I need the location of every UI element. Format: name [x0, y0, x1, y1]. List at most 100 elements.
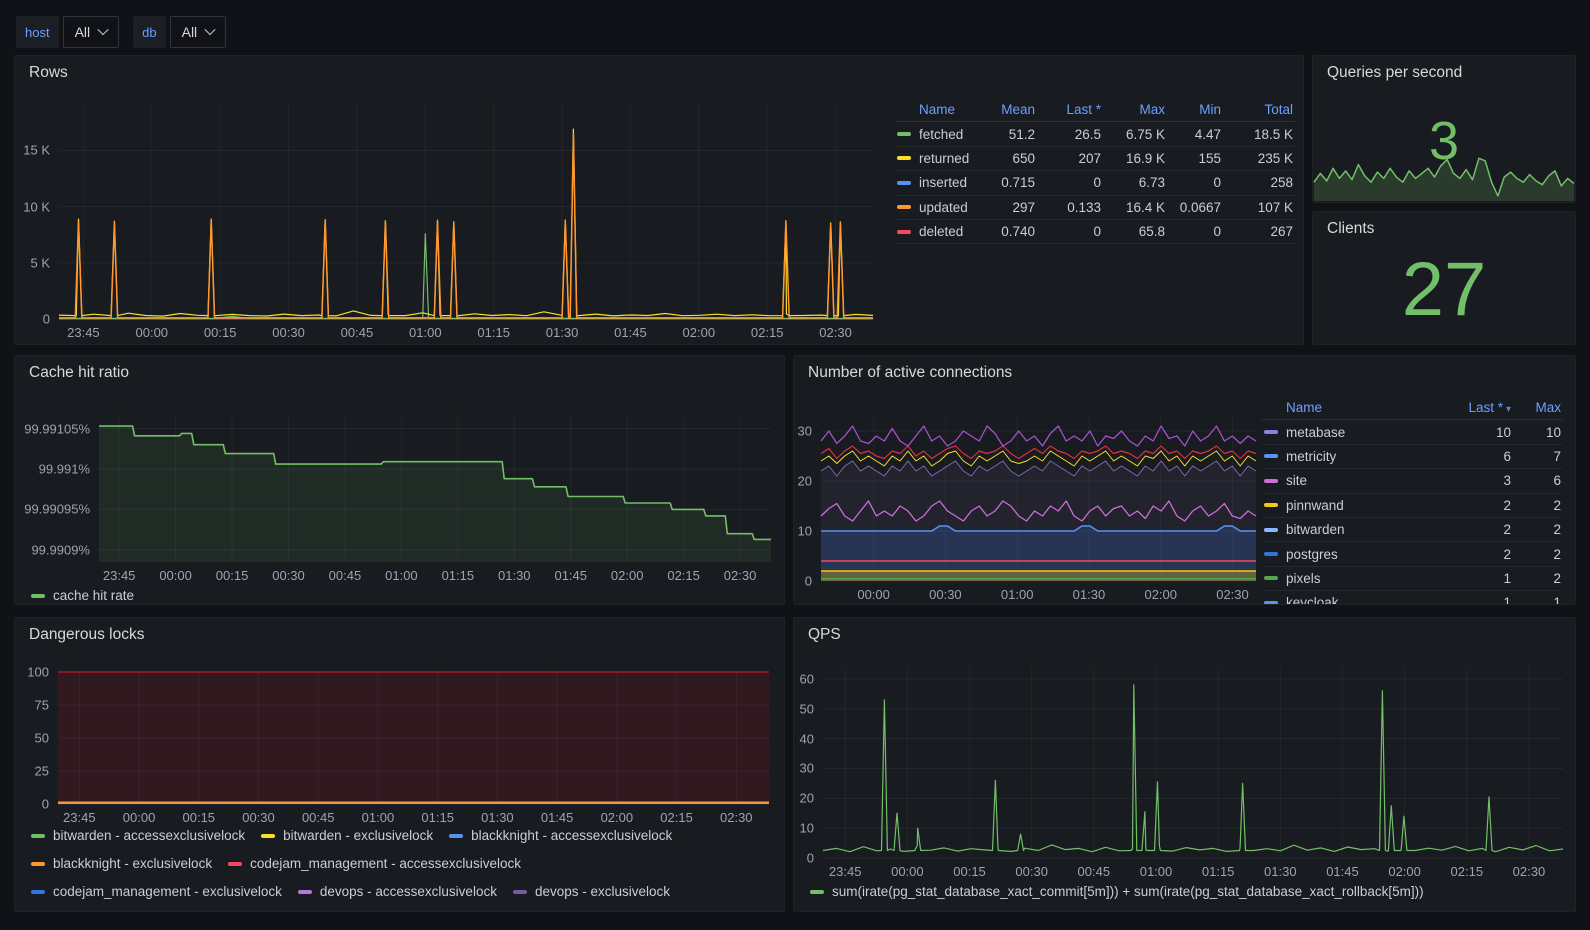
- series-name: metabase: [1286, 425, 1345, 440]
- series-name-cell[interactable]: pixels: [1262, 571, 1455, 586]
- stat-value-cell: 0.0667: [1167, 200, 1223, 215]
- legend-item[interactable]: blackknight - exclusivelock: [31, 852, 212, 876]
- variable-db-dropdown[interactable]: All: [170, 16, 227, 48]
- x-axis-tick: 01:15: [1202, 864, 1235, 879]
- panel-title[interactable]: Rows: [29, 64, 68, 82]
- panel-title[interactable]: Number of active connections: [808, 364, 1012, 382]
- legend-item[interactable]: devops - exclusivelock: [513, 880, 670, 904]
- stat-value-cell: 155: [1167, 151, 1223, 166]
- legend-item[interactable]: bitwarden - accessexclusivelock: [31, 824, 245, 848]
- series-name-cell[interactable]: deleted: [895, 224, 977, 239]
- series-color-swatch: [1264, 552, 1278, 556]
- table-header-row: NameMeanLast *MaxMinTotal: [895, 98, 1295, 122]
- table-row: deleted0.740065.80267: [895, 220, 1295, 244]
- table-row: keycloak11: [1262, 591, 1563, 605]
- legend-item[interactable]: metabase - accessexclusivelock: [437, 908, 652, 912]
- y-axis-tick: 75: [35, 697, 49, 712]
- series-name-cell[interactable]: keycloak: [1262, 595, 1455, 605]
- series-color-swatch: [31, 594, 45, 598]
- stat-value-cell: 0: [1167, 175, 1223, 190]
- x-axis-tick: 02:15: [667, 568, 700, 583]
- y-axis-tick: 60: [800, 671, 814, 686]
- legend-item[interactable]: keycloak - accessexclusivelock: [31, 908, 239, 912]
- series-name-cell[interactable]: inserted: [895, 175, 977, 190]
- table-row: postgres22: [1262, 542, 1563, 566]
- stat-value-cell: 207: [1037, 151, 1103, 166]
- qps-chart[interactable]: 010203040506023:4500:0000:1500:3000:4501…: [823, 667, 1563, 858]
- panel-title[interactable]: Queries per second: [1327, 64, 1462, 82]
- x-axis-tick: 23:45: [67, 325, 100, 340]
- legend-item[interactable]: codejam_management - exclusivelock: [31, 880, 282, 904]
- sort-caret-icon: ▾: [1506, 404, 1511, 415]
- legend-item[interactable]: bitwarden - exclusivelock: [261, 824, 433, 848]
- column-header[interactable]: Mean: [977, 102, 1037, 117]
- x-axis-tick: 02:15: [660, 810, 693, 825]
- stat-value-cell: 65.8: [1103, 224, 1167, 239]
- panel-cache-hit-ratio: Cache hit ratio 99.9909%99.99095%99.991%…: [14, 355, 785, 605]
- dangerous-locks-chart[interactable]: 025507510023:4500:0000:1500:3000:4501:00…: [58, 668, 769, 804]
- variable-host-value: All: [75, 24, 91, 40]
- series-name-cell[interactable]: metabase: [1262, 425, 1455, 440]
- series-color-swatch: [1264, 503, 1278, 507]
- column-header[interactable]: Max: [1103, 102, 1167, 117]
- x-axis-tick: 01:00: [1001, 587, 1034, 602]
- panel-title[interactable]: Clients: [1327, 220, 1374, 238]
- x-axis-tick: 00:00: [891, 864, 924, 879]
- y-axis-tick: 0: [807, 851, 814, 866]
- column-header[interactable]: Name: [895, 102, 977, 117]
- legend-label: bitwarden - exclusivelock: [283, 824, 433, 848]
- variable-host-dropdown[interactable]: All: [63, 16, 120, 48]
- series-name-cell[interactable]: metricity: [1262, 449, 1455, 464]
- panel-title[interactable]: QPS: [808, 626, 841, 644]
- column-header[interactable]: Total: [1223, 102, 1295, 117]
- y-axis-tick: 99.99095%: [24, 502, 90, 517]
- legend-item[interactable]: cache hit rate: [31, 584, 134, 605]
- legend-item[interactable]: keycloak - exclusivelock: [255, 908, 421, 912]
- series-name-cell[interactable]: returned: [895, 151, 977, 166]
- series-color-swatch: [31, 890, 45, 894]
- panel-title[interactable]: Cache hit ratio: [29, 364, 129, 382]
- x-axis-tick: 00:45: [302, 810, 335, 825]
- stat-value-cell: 0: [1167, 224, 1223, 239]
- legend-item[interactable]: sum(irate(pg_stat_database_xact_commit[5…: [810, 880, 1424, 904]
- column-header[interactable]: Last *▾: [1455, 400, 1513, 415]
- series-name-cell[interactable]: pinnwand: [1262, 498, 1455, 513]
- variable-db-value: All: [182, 24, 198, 40]
- series-name: postgres: [1286, 547, 1338, 562]
- column-header[interactable]: Last *: [1037, 102, 1103, 117]
- series-name-cell[interactable]: postgres: [1262, 547, 1455, 562]
- x-axis-tick: 00:30: [242, 810, 275, 825]
- series-color-swatch: [897, 181, 911, 185]
- series-name-cell[interactable]: bitwarden: [1262, 522, 1455, 537]
- stat-value-cell: 6: [1513, 473, 1563, 488]
- stat-value-cell: 0.715: [977, 175, 1037, 190]
- variables-toolbar: host All db All: [16, 16, 226, 48]
- series-name-cell[interactable]: updated: [895, 200, 977, 215]
- panel-title[interactable]: Dangerous locks: [29, 626, 144, 644]
- rows-chart[interactable]: 05 K10 K15 K23:4500:0000:1500:3000:4501:…: [59, 101, 873, 319]
- series-color-swatch: [228, 862, 242, 866]
- legend-label: blackknight - accessexclusivelock: [471, 824, 672, 848]
- series-name-cell[interactable]: fetched: [895, 127, 977, 142]
- series-name: metricity: [1286, 449, 1336, 464]
- series-name-cell[interactable]: site: [1262, 473, 1455, 488]
- column-header[interactable]: Name: [1262, 400, 1455, 415]
- series-color-swatch: [1264, 528, 1278, 532]
- connections-chart[interactable]: 010203000:0000:3001:0001:3002:0002:30: [821, 416, 1256, 581]
- x-axis-tick: 01:30: [546, 325, 579, 340]
- x-axis-tick: 23:45: [829, 864, 862, 879]
- table-row: updated2970.13316.4 K0.0667107 K: [895, 196, 1295, 220]
- legend-item[interactable]: devops - accessexclusivelock: [298, 880, 497, 904]
- x-axis-tick: 02:30: [720, 810, 753, 825]
- column-header[interactable]: Max: [1513, 400, 1563, 415]
- x-axis-tick: 02:15: [1451, 864, 1484, 879]
- x-axis-tick: 00:15: [953, 864, 986, 879]
- x-axis-tick: 00:00: [136, 325, 169, 340]
- column-header[interactable]: Min: [1167, 102, 1223, 117]
- legend-item[interactable]: codejam_management - accessexclusivelock: [228, 852, 521, 876]
- legend-item[interactable]: blackknight - accessexclusivelock: [449, 824, 672, 848]
- stat-value-cell: 2: [1455, 498, 1513, 513]
- cache-hit-chart[interactable]: 99.9909%99.99095%99.991%99.99105%23:4500…: [99, 414, 771, 562]
- clients-value: 27: [1313, 247, 1575, 333]
- y-axis-tick: 15 K: [23, 143, 50, 158]
